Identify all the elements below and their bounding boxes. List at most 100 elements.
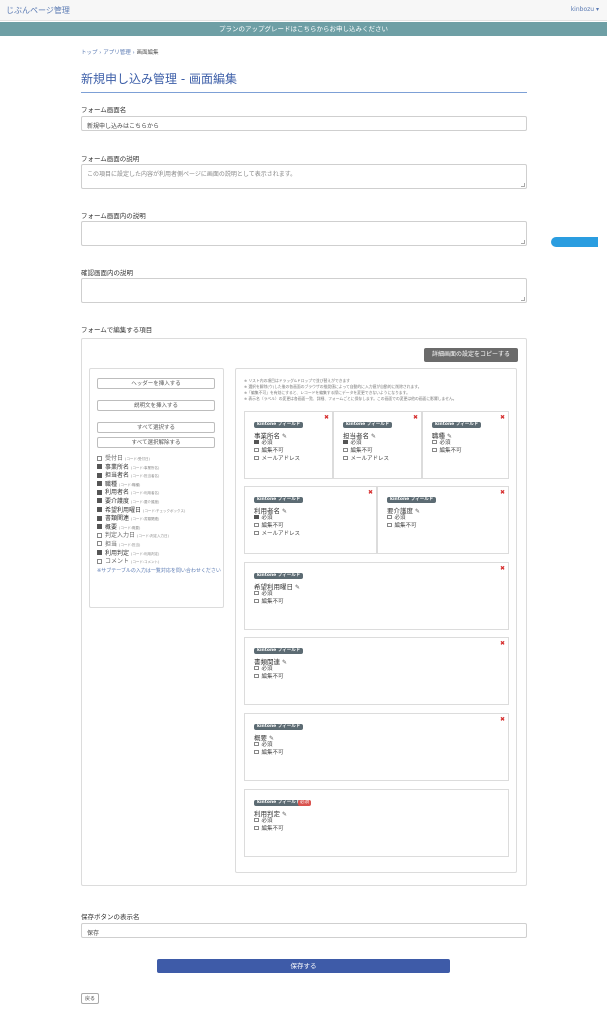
- option-email[interactable]: メールアドレス: [254, 455, 300, 463]
- option-readonly[interactable]: 編集不可: [432, 447, 462, 455]
- field-checkbox-row[interactable]: 利用者名 (コード:利用者名): [97, 489, 222, 498]
- breadcrumb-top[interactable]: トップ: [81, 50, 98, 56]
- readonly-checkbox[interactable]: [254, 825, 259, 830]
- option-readonly[interactable]: 編集不可: [254, 749, 284, 757]
- field-card[interactable]: ✖ kintone フィールド 事業所名 ✎ 必須 編集不可 メールアドレス: [244, 411, 333, 479]
- required-checkbox[interactable]: [254, 514, 259, 519]
- field-checkbox[interactable]: [97, 464, 102, 470]
- option-required[interactable]: 必須: [387, 514, 417, 522]
- resize-handle[interactable]: [521, 297, 525, 301]
- field-card[interactable]: ✖ kintone フィールド 希望利用曜日 ✎ 必須 編集不可: [244, 562, 509, 630]
- option-required[interactable]: 必須: [432, 439, 462, 447]
- remove-icon[interactable]: ✖: [413, 415, 418, 421]
- field-checkbox-row[interactable]: 受付日 (コード:受付日): [97, 455, 222, 464]
- required-checkbox[interactable]: [254, 665, 259, 670]
- field-checkbox-row[interactable]: 要介護度 (コード:要介護度): [97, 498, 222, 507]
- insert-description-button[interactable]: 説明文を挿入する: [97, 400, 215, 411]
- form-name-input[interactable]: 新規申し込みはこちらから: [81, 116, 527, 131]
- readonly-checkbox[interactable]: [254, 598, 259, 603]
- field-checkbox-row[interactable]: 判定入力日 (コード:判定入力日): [97, 532, 222, 541]
- option-readonly[interactable]: 編集不可: [343, 447, 389, 455]
- required-checkbox[interactable]: [254, 590, 259, 595]
- remove-icon[interactable]: ✖: [500, 641, 505, 647]
- description-textarea[interactable]: この項目に設定した内容が利用者側ページに画面の説明として表示されます。: [81, 164, 527, 189]
- field-card[interactable]: ✖ kintone フィールド 利用者名 ✎ 必須 編集不可 メールアドレス: [244, 486, 377, 554]
- email-checkbox[interactable]: [343, 455, 348, 460]
- field-checkbox-row[interactable]: コメント (コード:コメント): [97, 558, 222, 567]
- upgrade-banner[interactable]: プランのアップグレードはこちらからお申し込みください: [0, 22, 607, 36]
- readonly-checkbox[interactable]: [254, 522, 259, 527]
- resize-handle[interactable]: [521, 183, 525, 187]
- readonly-checkbox[interactable]: [432, 447, 437, 452]
- field-checkbox[interactable]: [97, 489, 102, 495]
- back-button[interactable]: 戻る: [81, 993, 99, 1004]
- user-menu[interactable]: kinbozu ▾: [571, 6, 599, 13]
- subtable-note-link[interactable]: ※サブテーブルの入力は一覧対応を問い合わせください: [97, 568, 222, 575]
- confirm-description-textarea[interactable]: [81, 278, 527, 303]
- field-checkbox[interactable]: [97, 541, 102, 547]
- field-checkbox[interactable]: [97, 550, 102, 556]
- option-readonly[interactable]: 編集不可: [254, 447, 300, 455]
- pencil-icon[interactable]: ✎: [295, 584, 300, 591]
- field-checkbox[interactable]: [97, 524, 102, 530]
- option-email[interactable]: メールアドレス: [254, 530, 300, 538]
- option-required[interactable]: 必須: [254, 817, 284, 825]
- required-checkbox[interactable]: [343, 439, 348, 444]
- option-readonly[interactable]: 編集不可: [387, 522, 417, 530]
- field-checkbox-row[interactable]: 担当 (コード:担当): [97, 541, 222, 550]
- option-required[interactable]: 必須: [254, 741, 284, 749]
- option-required[interactable]: 必須: [254, 439, 300, 447]
- resize-handle[interactable]: [521, 240, 525, 244]
- option-required[interactable]: 必須: [254, 590, 284, 598]
- option-readonly[interactable]: 編集不可: [254, 825, 284, 833]
- field-checkbox[interactable]: [97, 498, 102, 504]
- field-checkbox[interactable]: [97, 507, 102, 513]
- required-checkbox[interactable]: [387, 514, 392, 519]
- required-checkbox[interactable]: [432, 439, 437, 444]
- floating-help-tab[interactable]: [551, 237, 598, 247]
- option-required[interactable]: 必須: [254, 514, 300, 522]
- readonly-checkbox[interactable]: [254, 447, 259, 452]
- option-readonly[interactable]: 編集不可: [254, 673, 284, 681]
- readonly-checkbox[interactable]: [254, 673, 259, 678]
- field-card[interactable]: ✖ kintone フィールド 書類関連 ✎ 必須 編集不可: [244, 637, 509, 705]
- field-checkbox-row[interactable]: 事業所名 (コード:事業所名): [97, 464, 222, 473]
- remove-icon[interactable]: ✖: [500, 415, 505, 421]
- field-checkbox-row[interactable]: 担当者名 (コード:担当者名): [97, 472, 222, 481]
- field-checkbox-row[interactable]: 書類関連 (コード:書類関連): [97, 515, 222, 524]
- field-checkbox[interactable]: [97, 558, 102, 564]
- required-checkbox[interactable]: [254, 817, 259, 822]
- field-checkbox[interactable]: [97, 481, 102, 487]
- field-card[interactable]: ✖ kintone フィールド 担当者名 ✎ 必須 編集不可 メールアドレス: [333, 411, 422, 479]
- option-required[interactable]: 必須: [343, 439, 389, 447]
- required-checkbox[interactable]: [254, 741, 259, 746]
- field-card[interactable]: ✖ kintone フィールド 要介護度 ✎ 必須 編集不可: [377, 486, 509, 554]
- readonly-checkbox[interactable]: [343, 447, 348, 452]
- field-card[interactable]: ✖ kintone フィールド 概要 ✎ 必須 編集不可: [244, 713, 509, 781]
- email-checkbox[interactable]: [254, 455, 259, 460]
- inner-description-textarea[interactable]: [81, 221, 527, 246]
- option-readonly[interactable]: 編集不可: [254, 598, 284, 606]
- readonly-checkbox[interactable]: [254, 749, 259, 754]
- deselect-all-button[interactable]: すべて選択解除する: [97, 437, 215, 448]
- readonly-checkbox[interactable]: [387, 522, 392, 527]
- remove-icon[interactable]: ✖: [324, 415, 329, 421]
- field-checkbox-row[interactable]: 利用判定 (コード:利用判定): [97, 550, 222, 559]
- remove-icon[interactable]: ✖: [368, 490, 373, 496]
- option-readonly[interactable]: 編集不可: [254, 522, 300, 530]
- remove-icon[interactable]: ✖: [500, 490, 505, 496]
- field-checkbox[interactable]: [97, 472, 102, 478]
- copy-detail-settings-button[interactable]: 詳細画面の設定をコピーする: [424, 348, 518, 362]
- option-email[interactable]: メールアドレス: [343, 455, 389, 463]
- remove-icon[interactable]: ✖: [500, 717, 505, 723]
- field-card[interactable]: kintone フィールド 必須 利用判定 ✎ 必須 編集不可: [244, 789, 509, 857]
- email-checkbox[interactable]: [254, 530, 259, 535]
- field-checkbox-row[interactable]: 希望利用曜日 (コード:チェックボックス): [97, 507, 222, 516]
- remove-icon[interactable]: ✖: [500, 566, 505, 572]
- field-card[interactable]: ✖ kintone フィールド 職種 ✎ 必須 編集不可: [422, 411, 509, 479]
- save-label-input[interactable]: 保存: [81, 923, 527, 938]
- breadcrumb-apps[interactable]: アプリ管理: [103, 50, 131, 56]
- field-checkbox[interactable]: [97, 455, 102, 461]
- option-required[interactable]: 必須: [254, 665, 284, 673]
- required-checkbox[interactable]: [254, 439, 259, 444]
